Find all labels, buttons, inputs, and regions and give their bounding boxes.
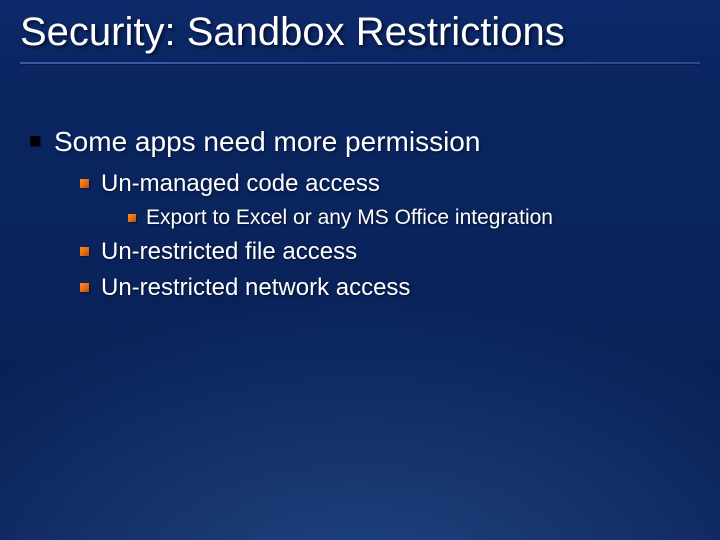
bullet-square-icon <box>128 214 136 222</box>
bullet-square-icon <box>80 179 89 188</box>
bullet-level3: Export to Excel or any MS Office integra… <box>128 205 700 231</box>
bullet-level1: Some apps need more permission <box>30 124 700 159</box>
bullet-text: Un-restricted file access <box>101 237 357 267</box>
bullet-text: Export to Excel or any MS Office integra… <box>146 205 553 231</box>
slide-title: Security: Sandbox Restrictions <box>20 10 700 54</box>
slide: Security: Sandbox Restrictions Some apps… <box>0 0 720 540</box>
bullet-text: Some apps need more permission <box>54 124 480 159</box>
bullet-text: Un-managed code access <box>101 169 380 199</box>
bullet-square-icon <box>80 247 89 256</box>
bullet-level2: Un-restricted file access <box>80 237 700 267</box>
bullet-square-icon <box>80 283 89 292</box>
content-area: Some apps need more permission Un-manage… <box>0 64 720 303</box>
bullet-level2: Un-managed code access <box>80 169 700 199</box>
title-area: Security: Sandbox Restrictions <box>0 0 720 64</box>
bullet-square-icon <box>30 136 40 146</box>
bullet-text: Un-restricted network access <box>101 273 410 303</box>
bullet-level2: Un-restricted network access <box>80 273 700 303</box>
